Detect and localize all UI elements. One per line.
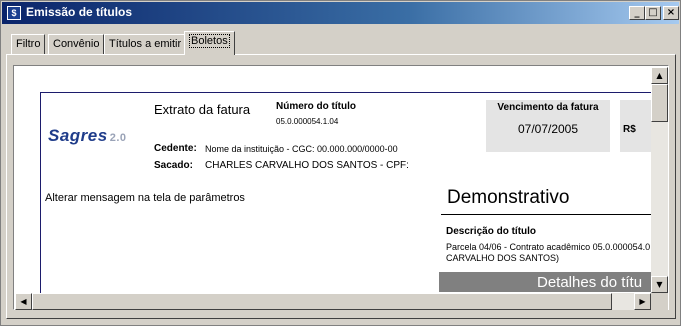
mensagem-text: Alterar mensagem na tela de parâmetros [45,192,245,204]
demonstrativo-title: Demonstrativo [447,187,570,208]
numero-titulo-label: Número do título [276,101,356,112]
boleto-preview[interactable]: Sagres 2.0 Extrato da fatura Número do tí… [13,65,669,310]
vencimento-label: Vencimento da fatura [497,102,599,113]
close-button[interactable]: × [663,6,679,20]
tab-filtro[interactable]: Filtro [11,34,46,54]
horizontal-scrollbar[interactable]: ◀ ▶ [15,293,651,310]
vencimento-box: Vencimento da fatura 07/07/2005 [486,100,610,152]
vertical-scrollbar[interactable]: ▲ ▼ [651,67,668,293]
tab-boletos[interactable]: Boletos [184,31,235,55]
detalhes-title: Detalhes do títu [537,274,643,291]
logo-version: 2.0 [109,132,127,144]
descricao-value: Parcela 04/06 - Contrato acadêmico 05.0.… [446,242,651,263]
extrato-title: Extrato da fatura [154,102,251,117]
descricao-label: Descrição do título [446,226,537,237]
app-icon[interactable]: $ [7,6,21,20]
tab-label: Filtro [16,38,41,50]
tab-convenio[interactable]: Convênio [48,34,105,54]
tab-label: Títulos a emitir [109,38,182,50]
vencimento-value: 07/07/2005 [517,122,579,136]
page-border [40,92,41,302]
logo-text: Sagres [48,126,108,145]
divider [441,214,668,215]
horizontal-scroll-thumb[interactable] [32,293,612,310]
window: $ Emissão de títulos _ □ × Filtro Convên… [0,0,681,326]
numero-titulo-value: 05.0.000054.1.04 [276,117,339,126]
sagres-logo: Sagres 2.0 [48,126,127,146]
cedente-label: Cedente: [154,143,197,154]
tab-titulos-a-emitir[interactable]: Títulos a emitir [104,34,187,54]
scrollbar-corner [651,293,668,310]
tab-label: Convênio [53,38,100,50]
scroll-left-button[interactable]: ◀ [15,293,32,310]
detalhes-header: Detalhes do títu [439,272,668,292]
scroll-down-button[interactable]: ▼ [651,276,668,293]
page-border [40,92,665,93]
window-title: Emissão de títulos [26,5,133,19]
title-bar[interactable]: $ Emissão de títulos _ □ × [2,2,679,24]
vertical-scroll-thumb[interactable] [651,84,668,122]
sacado-value: CHARLES CARVALHO DOS SANTOS - CPF: [205,160,409,171]
tab-label: Boletos [189,34,230,48]
minimize-button[interactable]: _ [629,6,645,20]
cedente-value: Nome da instituição - CGC: 00.000.000/00… [205,144,398,154]
sacado-label: Sacado: [154,160,193,171]
maximize-button[interactable]: □ [645,6,661,20]
scroll-right-button[interactable]: ▶ [634,293,651,310]
scroll-up-button[interactable]: ▲ [651,67,668,84]
valor-label: R$ [623,124,636,135]
